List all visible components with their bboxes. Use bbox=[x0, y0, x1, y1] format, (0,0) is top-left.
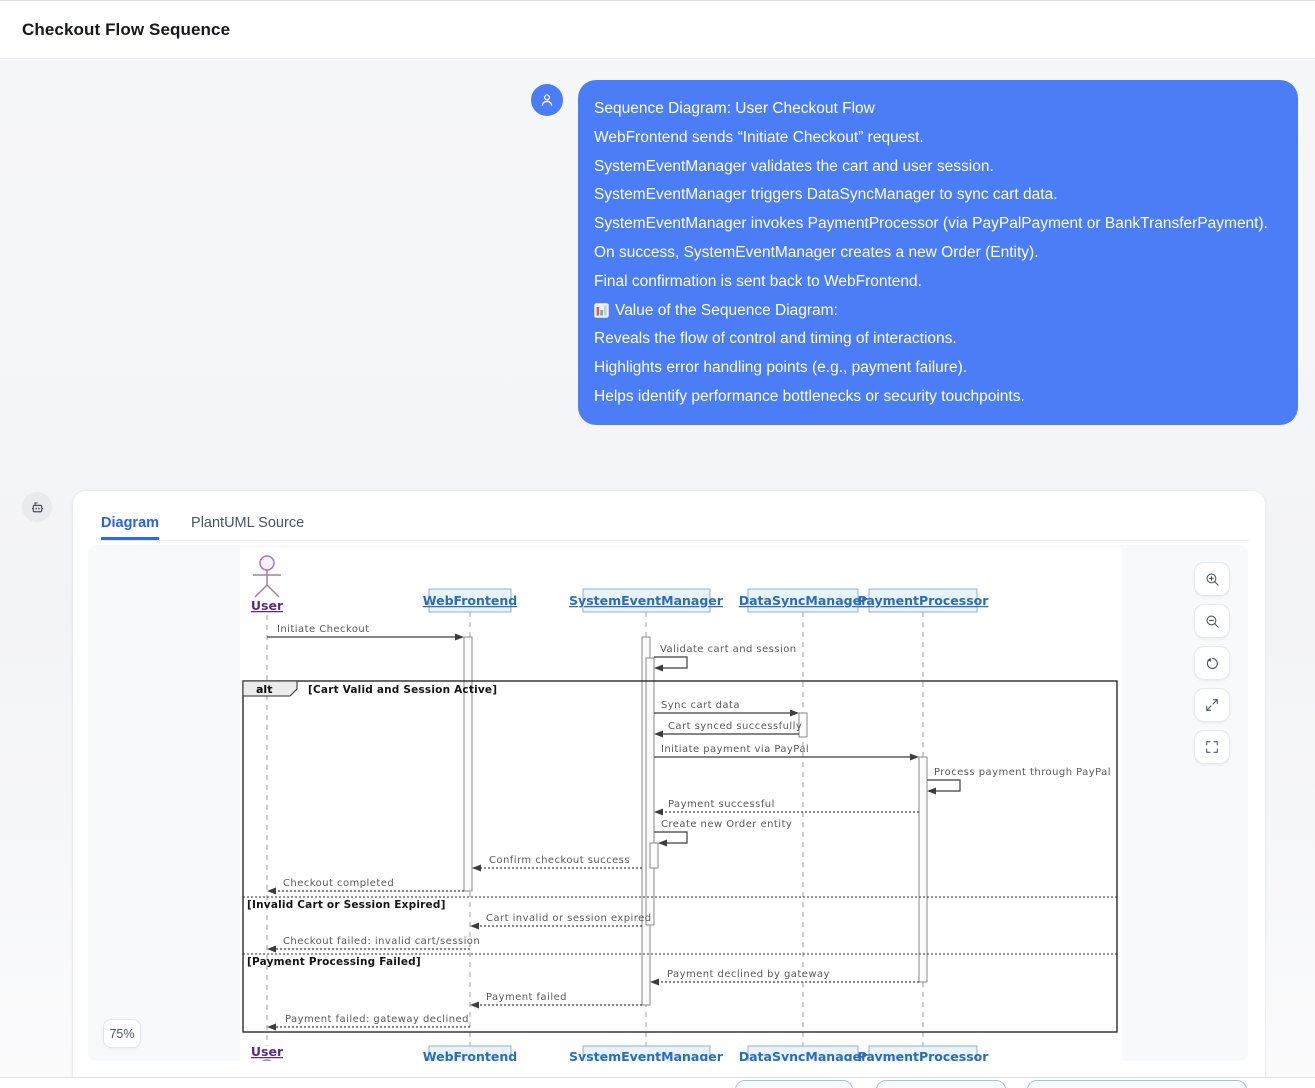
diagram-canvas[interactable]: alt [Cart Valid and Session Active] [Inv… bbox=[240, 548, 1122, 1061]
message-line: Highlights error handling points (e.g., … bbox=[594, 359, 968, 377]
participant-paymentprocessor-bottom: PaymentProcessor bbox=[858, 1045, 990, 1061]
alt-condition-1: [Cart Valid and Session Active] bbox=[308, 684, 497, 696]
participant-webfrontend-bottom: WebFrontend bbox=[423, 1045, 517, 1061]
message-label: Checkout completed bbox=[283, 878, 394, 889]
message-label: Sync cart data bbox=[661, 700, 740, 711]
zoom-in-icon bbox=[1206, 573, 1219, 586]
participant-user-label: User bbox=[251, 598, 284, 613]
message-line-heading: Value of the Sequence Diagram: bbox=[594, 297, 1278, 326]
alt-condition-2: [Invalid Cart or Session Expired] bbox=[247, 899, 446, 911]
svg-text:WebFrontend: WebFrontend bbox=[423, 593, 517, 608]
diagram-viewport[interactable]: alt [Cart Valid and Session Active] [Inv… bbox=[88, 545, 1248, 1061]
message-label: Create new Order entity bbox=[661, 819, 792, 830]
message-line: SystemEventManager triggers DataSyncMana… bbox=[594, 186, 1058, 204]
tab-diagram[interactable]: Diagram bbox=[101, 515, 160, 540]
value-heading: Value of the Sequence Diagram: bbox=[615, 301, 838, 319]
bar-chart-emoji bbox=[594, 303, 609, 319]
message-label: Confirm checkout success bbox=[489, 855, 630, 866]
actor-user: User bbox=[251, 555, 284, 613]
message-line: Reveals the flow of control and timing o… bbox=[594, 330, 957, 348]
suggestion-chip[interactable] bbox=[735, 1080, 853, 1088]
message-line: SystemEventManager invokes PaymentProces… bbox=[594, 215, 1268, 233]
expand-button[interactable] bbox=[1194, 688, 1230, 722]
chat-message-bubble: Sequence Diagram: User Checkout Flow Web… bbox=[578, 80, 1298, 425]
svg-text:SystemEventManager: SystemEventManager bbox=[569, 1049, 724, 1061]
main-content: Sequence Diagram: User Checkout Flow Web… bbox=[0, 60, 1315, 1088]
message-line: Final confirmation is sent back to WebFr… bbox=[594, 272, 922, 290]
alt-operator-label: alt bbox=[256, 683, 272, 696]
svg-text:PaymentProcessor: PaymentProcessor bbox=[858, 593, 990, 608]
activation-sem-nested bbox=[645, 657, 655, 926]
participant-systemeventmanager-bottom: SystemEventManager bbox=[569, 1045, 724, 1061]
fullscreen-icon bbox=[1206, 741, 1218, 753]
suggestion-chip[interactable] bbox=[876, 1080, 1006, 1088]
bot-avatar bbox=[22, 492, 52, 522]
activation-paymentprocessor bbox=[918, 756, 928, 983]
svg-text:WebFrontend: WebFrontend bbox=[423, 1049, 517, 1061]
reset-view-button[interactable] bbox=[1194, 646, 1230, 680]
suggestion-chip[interactable] bbox=[1027, 1080, 1247, 1088]
message-line: Sequence Diagram: User Checkout Flow bbox=[594, 100, 875, 117]
tab-bar: Diagram PlantUML Source bbox=[101, 515, 1249, 541]
message-label: Initiate Checkout bbox=[277, 624, 370, 635]
svg-text:SystemEventManager: SystemEventManager bbox=[569, 593, 724, 608]
message-label: Cart synced successfully bbox=[668, 721, 802, 732]
user-person-icon bbox=[541, 94, 553, 106]
zoom-level-badge: 75% bbox=[103, 1019, 141, 1048]
page: Checkout Flow Sequence Sequence Diagram:… bbox=[0, 0, 1315, 1088]
participant-systemeventmanager: SystemEventManager bbox=[569, 588, 724, 613]
fullscreen-button[interactable] bbox=[1194, 730, 1230, 764]
message-label: Validate cart and session bbox=[660, 644, 797, 655]
sequence-diagram: alt [Cart Valid and Session Active] [Inv… bbox=[242, 555, 1118, 1061]
user-avatar bbox=[531, 84, 563, 116]
message-line: On success, SystemEventManager creates a… bbox=[594, 243, 1039, 261]
message-line: Helps identify performance bottlenecks o… bbox=[594, 387, 1025, 405]
message-label: Payment failed: gateway declined bbox=[285, 1014, 469, 1025]
participant-paymentprocessor: PaymentProcessor bbox=[858, 588, 990, 613]
message-label: Cart invalid or session expired bbox=[486, 913, 652, 924]
activation-webfrontend bbox=[463, 636, 473, 892]
reset-view-icon bbox=[1206, 657, 1218, 669]
svg-text:DataSyncManager: DataSyncManager bbox=[739, 593, 868, 608]
app-header: Checkout Flow Sequence bbox=[0, 0, 1315, 59]
alt-condition-3: [Payment Processing Failed] bbox=[247, 956, 421, 968]
message-line: SystemEventManager validates the cart an… bbox=[594, 157, 994, 175]
message-label: Initiate payment via PayPal bbox=[661, 744, 809, 755]
message-label: Payment successful bbox=[668, 799, 775, 810]
activation-sem-order bbox=[649, 842, 659, 869]
tab-plantuml-source[interactable]: PlantUML Source bbox=[191, 515, 304, 540]
expand-icon bbox=[1206, 699, 1218, 711]
page-title: Checkout Flow Sequence bbox=[22, 19, 231, 39]
diagram-toolbar bbox=[1194, 562, 1230, 764]
svg-text:User: User bbox=[251, 1044, 284, 1059]
message-label: Checkout failed: invalid cart/session bbox=[283, 936, 480, 947]
participant-webfrontend: WebFrontend bbox=[423, 588, 517, 613]
zoom-in-button[interactable] bbox=[1194, 562, 1230, 596]
message-line: WebFrontend sends “Initiate Checkout” re… bbox=[594, 128, 924, 146]
message-label: Process payment through PayPal bbox=[934, 767, 1111, 778]
zoom-out-icon bbox=[1206, 615, 1219, 628]
participant-datasyncmanager: DataSyncManager bbox=[739, 588, 868, 613]
zoom-out-button[interactable] bbox=[1194, 604, 1230, 638]
svg-text:DataSyncManager: DataSyncManager bbox=[739, 1049, 868, 1061]
message-label: Payment declined by gateway bbox=[667, 969, 830, 980]
robot-icon bbox=[31, 501, 43, 512]
participant-datasyncmanager-bottom: DataSyncManager bbox=[739, 1045, 868, 1061]
message-label: Payment failed bbox=[486, 992, 567, 1003]
participant-user-bottom: User bbox=[251, 1044, 284, 1061]
svg-text:PaymentProcessor: PaymentProcessor bbox=[858, 1049, 990, 1061]
